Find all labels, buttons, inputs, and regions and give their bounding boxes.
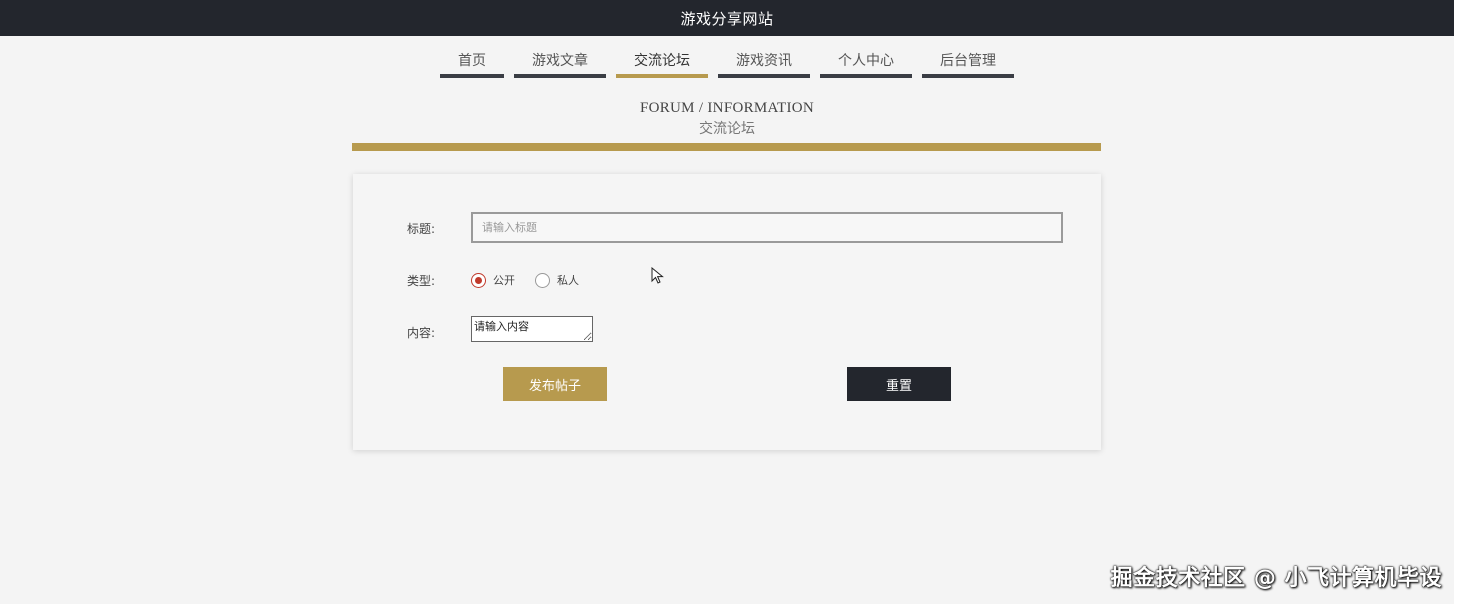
- nav-underline: [718, 74, 810, 78]
- nav-admin[interactable]: 后台管理: [922, 44, 1014, 78]
- content-label: 内容:: [407, 326, 436, 340]
- nav-underline-active: [616, 74, 708, 78]
- window-edge: [1454, 0, 1458, 604]
- nav-home[interactable]: 首页: [440, 44, 504, 78]
- heading-divider: [352, 143, 1101, 151]
- site-title: 游戏分享网站: [680, 9, 774, 28]
- nav-game-news-label: 游戏资讯: [736, 53, 792, 69]
- nav-personal-center[interactable]: 个人中心: [820, 44, 912, 78]
- reset-button[interactable]: 重置: [847, 367, 951, 401]
- radio-private-label[interactable]: 私人: [557, 272, 579, 288]
- nav-admin-label: 后台管理: [940, 53, 996, 69]
- submit-post-button[interactable]: 发布帖子: [503, 367, 607, 401]
- nav-game-articles[interactable]: 游戏文章: [514, 44, 606, 78]
- top-header-bar: 游戏分享网站: [0, 0, 1454, 36]
- nav-forum[interactable]: 交流论坛: [616, 44, 708, 78]
- radio-private[interactable]: [535, 272, 550, 288]
- nav-game-articles-label: 游戏文章: [532, 53, 588, 69]
- post-form-card: 标题: 类型: 公开 私人 内容: 请输入内容 发布帖子 重置: [353, 174, 1101, 450]
- nav-underline: [820, 74, 912, 78]
- mouse-pointer-icon: [651, 267, 664, 284]
- main-nav: 首页 游戏文章 交流论坛 游戏资讯 个人中心 后台管理: [0, 44, 1454, 78]
- radio-public-label[interactable]: 公开: [493, 272, 515, 288]
- nav-game-news[interactable]: 游戏资讯: [718, 44, 810, 78]
- radio-public[interactable]: [471, 272, 486, 288]
- nav-underline: [922, 74, 1014, 78]
- section-heading: FORUM / INFORMATION 交流论坛: [0, 100, 1454, 138]
- nav-underline: [440, 74, 504, 78]
- watermark-text: 掘金技术社区 @ 小飞计算机毕设: [1110, 566, 1442, 591]
- heading-chinese: 交流论坛: [699, 122, 755, 137]
- nav-forum-label: 交流论坛: [634, 53, 690, 69]
- type-label: 类型:: [407, 274, 436, 288]
- type-radio-group: 公开 私人: [471, 272, 599, 288]
- nav-personal-center-label: 个人中心: [838, 53, 894, 69]
- nav-home-label: 首页: [458, 53, 486, 69]
- nav-underline: [514, 74, 606, 78]
- title-label: 标题:: [407, 222, 436, 236]
- title-input[interactable]: [471, 212, 1063, 243]
- content-textarea[interactable]: 请输入内容: [471, 316, 593, 342]
- heading-english: FORUM / INFORMATION: [639, 100, 815, 116]
